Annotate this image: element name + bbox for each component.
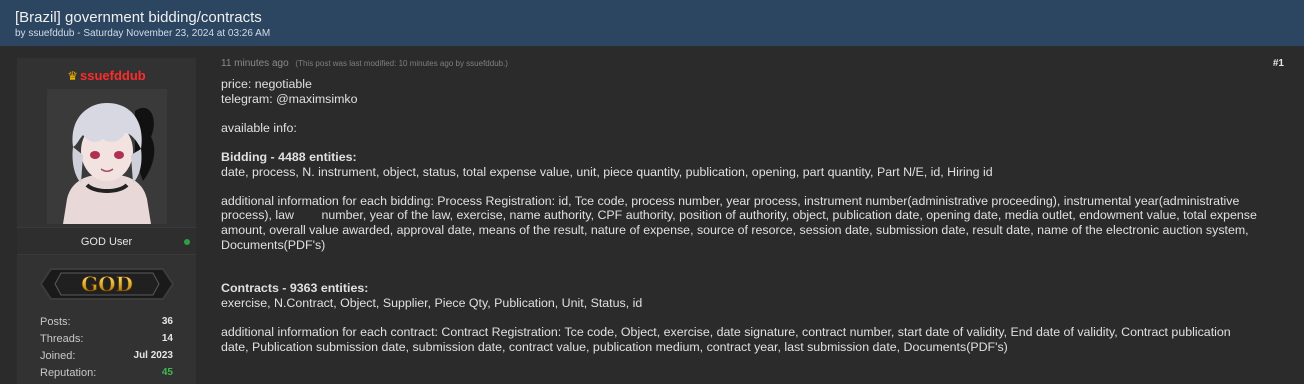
user-panel: ♛ ssuefddub GOD User GOD Posts: 36 Threa… (17, 58, 196, 384)
rank-badge-text: GOD (81, 272, 133, 296)
post-line: exercise, N.Contract, Object, Supplier, … (221, 295, 643, 310)
post: ♛ ssuefddub GOD User GOD Posts: 36 Threa… (0, 46, 1304, 384)
stat-row-reputation: Reputation: 45 (17, 367, 196, 384)
post-line: date, Publication submission date, submi… (221, 339, 1008, 354)
thread-meta: by ssuefddub - Saturday November 23, 202… (15, 28, 271, 39)
stat-label: Threads: (40, 333, 84, 345)
post-line: additional information for each bidding:… (221, 193, 1240, 208)
user-title-bar: GOD User (17, 227, 196, 255)
rank-badge: GOD (39, 268, 175, 300)
stat-value: 36 (161, 316, 173, 327)
post-line: telegram: @maximsimko (221, 91, 358, 106)
post-line: Documents(PDF's) (221, 237, 326, 252)
avatar[interactable] (47, 89, 167, 224)
post-body: price: negotiable telegram: @maximsimko … (221, 77, 1281, 354)
section-heading: Contracts - 9363 entities: (221, 281, 369, 296)
post-meta: 11 minutes ago (This post was last modif… (221, 58, 508, 69)
stat-label: Joined: (40, 350, 76, 362)
thread-title: [Brazil] government bidding/contracts (15, 9, 262, 26)
crown-icon: ♛ (67, 69, 79, 83)
section-heading: Bidding - 4488 entities: (221, 149, 357, 164)
edit-note: (This post was last modified: 10 minutes… (295, 59, 508, 68)
post-line: process), law number, year of the law, e… (221, 208, 1257, 223)
post-line: amount, overall value awarded, approval … (221, 222, 1249, 237)
user-stats: Posts: 36 Threads: 14 Joined: Jul 2023 R… (17, 316, 196, 384)
stat-row-joined: Joined: Jul 2023 (17, 350, 196, 367)
stat-row-threads: Threads: 14 (17, 333, 196, 350)
username[interactable]: ♛ ssuefddub (17, 68, 196, 83)
thread-header: [Brazil] government bidding/contracts by… (0, 0, 1304, 47)
post-line: available info: (221, 120, 297, 135)
stat-label: Posts: (40, 316, 71, 328)
post-line: date, process, N. instrument, object, st… (221, 164, 993, 179)
username-text[interactable]: ssuefddub (80, 68, 146, 83)
stat-value: Jul 2023 (133, 350, 173, 361)
reputation-value[interactable]: 45 (162, 367, 173, 378)
post-number-link[interactable]: #1 (1273, 58, 1284, 69)
post-time: 11 minutes ago (221, 58, 289, 69)
user-title: GOD User (80, 236, 133, 248)
post-line: additional information for each contract… (221, 324, 1231, 339)
stat-label: Reputation: (40, 367, 97, 379)
post-line: price: negotiable (221, 77, 312, 91)
stat-value: 14 (161, 333, 173, 344)
stat-row-posts: Posts: 36 (17, 316, 196, 333)
online-status-icon (184, 239, 190, 245)
